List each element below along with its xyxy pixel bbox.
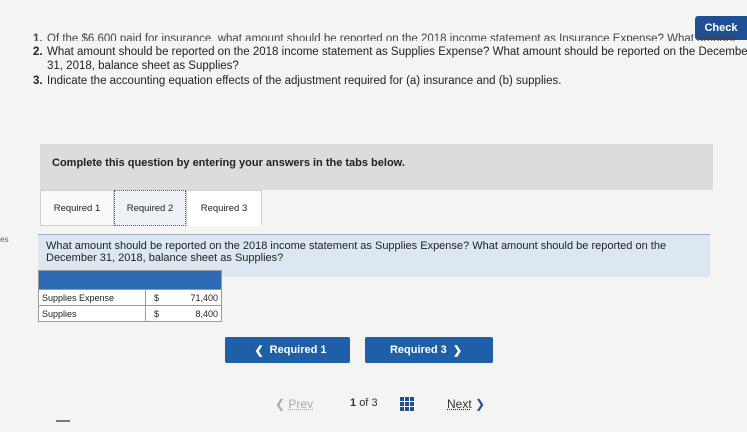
- next-page-button[interactable]: Next ❯: [447, 397, 485, 411]
- answer-table: Supplies Expense $ 71,400 Supplies $ 8,4…: [38, 270, 222, 322]
- chevron-right-icon: ❯: [475, 397, 486, 411]
- next-required-button[interactable]: Required 3 ❯: [365, 337, 493, 363]
- question-3: 3. Indicate the accounting equation effe…: [33, 75, 562, 87]
- instructions-panel: Complete this question by entering your …: [40, 144, 713, 190]
- table-row: Supplies Expense $ 71,400: [38, 289, 222, 306]
- currency-symbol: $: [145, 289, 167, 306]
- chevron-right-icon: ❯: [452, 344, 463, 357]
- question-3-text: Indicate the accounting equation effects…: [47, 75, 562, 87]
- chevron-left-icon: ❮: [275, 397, 286, 411]
- tab-required-2[interactable]: Required 2: [114, 190, 186, 226]
- table-row: Supplies $ 8,400: [38, 305, 222, 322]
- supplies-expense-input[interactable]: 71,400: [167, 289, 222, 306]
- active-question-text: What amount should be reported on the 20…: [46, 240, 667, 264]
- tab-required-3[interactable]: Required 3: [186, 190, 262, 226]
- answer-table-header: [38, 270, 222, 290]
- grid-icon[interactable]: [400, 397, 414, 411]
- tab-required-1[interactable]: Required 1: [40, 190, 114, 226]
- supplies-input[interactable]: 8,400: [167, 305, 222, 322]
- page-indicator: 1 of 3: [350, 397, 378, 409]
- prev-page-button[interactable]: ❮ Prev: [275, 397, 313, 411]
- side-label: es: [0, 235, 9, 244]
- question-1-text: Of the $6,600 paid for insurance, what a…: [47, 33, 736, 41]
- prev-required-button[interactable]: ❮ Required 1: [225, 337, 350, 363]
- required-tabs: Required 1 Required 2 Required 3: [40, 190, 262, 226]
- currency-symbol: $: [145, 305, 167, 322]
- question-list: 1. Of the $6,600 paid for insurance, wha…: [33, 33, 747, 89]
- question-2-text: What amount should be reported on the 20…: [47, 46, 747, 72]
- toolbar-icon: [56, 420, 70, 432]
- question-2: 2. What amount should be reported on the…: [33, 45, 747, 73]
- question-1: 1. Of the $6,600 paid for insurance, wha…: [33, 32, 747, 41]
- chevron-left-icon: ❮: [254, 344, 264, 357]
- answer-label: Supplies Expense: [38, 289, 146, 306]
- instructions-text: Complete this question by entering your …: [52, 157, 405, 169]
- answer-label: Supplies: [38, 305, 146, 322]
